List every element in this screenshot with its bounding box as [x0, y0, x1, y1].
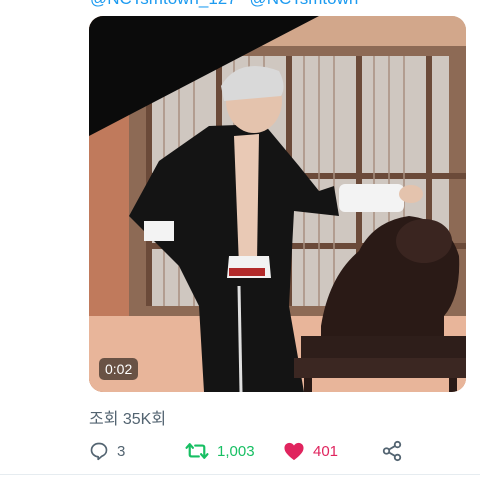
heart-icon: [284, 442, 304, 461]
tweet-actions: 3 1,003 401: [89, 438, 419, 464]
video-frame: [89, 16, 466, 392]
reply-count: 3: [117, 442, 126, 460]
mention-line: @NCTsmtown_127 @NCTsmtown: [90, 0, 470, 8]
like-count: 401: [313, 442, 339, 460]
mention-link-1[interactable]: @NCTsmtown_127: [90, 0, 237, 8]
retweet-icon: [185, 443, 209, 459]
view-count: 조회 35K회: [89, 411, 167, 428]
retweet-count: 1,003: [217, 442, 255, 460]
share-button[interactable]: [381, 438, 403, 464]
share-icon: [382, 440, 402, 462]
reply-button[interactable]: 3: [89, 438, 125, 464]
like-button[interactable]: 401: [283, 438, 338, 464]
video-timestamp: 0:02: [99, 358, 139, 380]
mention-link-2[interactable]: @NCTsmtown: [249, 0, 358, 8]
divider: [0, 474, 480, 475]
comment-bubble-icon: [90, 442, 108, 461]
video-player[interactable]: 0:02: [89, 16, 466, 392]
retweet-button[interactable]: 1,003: [185, 438, 255, 464]
